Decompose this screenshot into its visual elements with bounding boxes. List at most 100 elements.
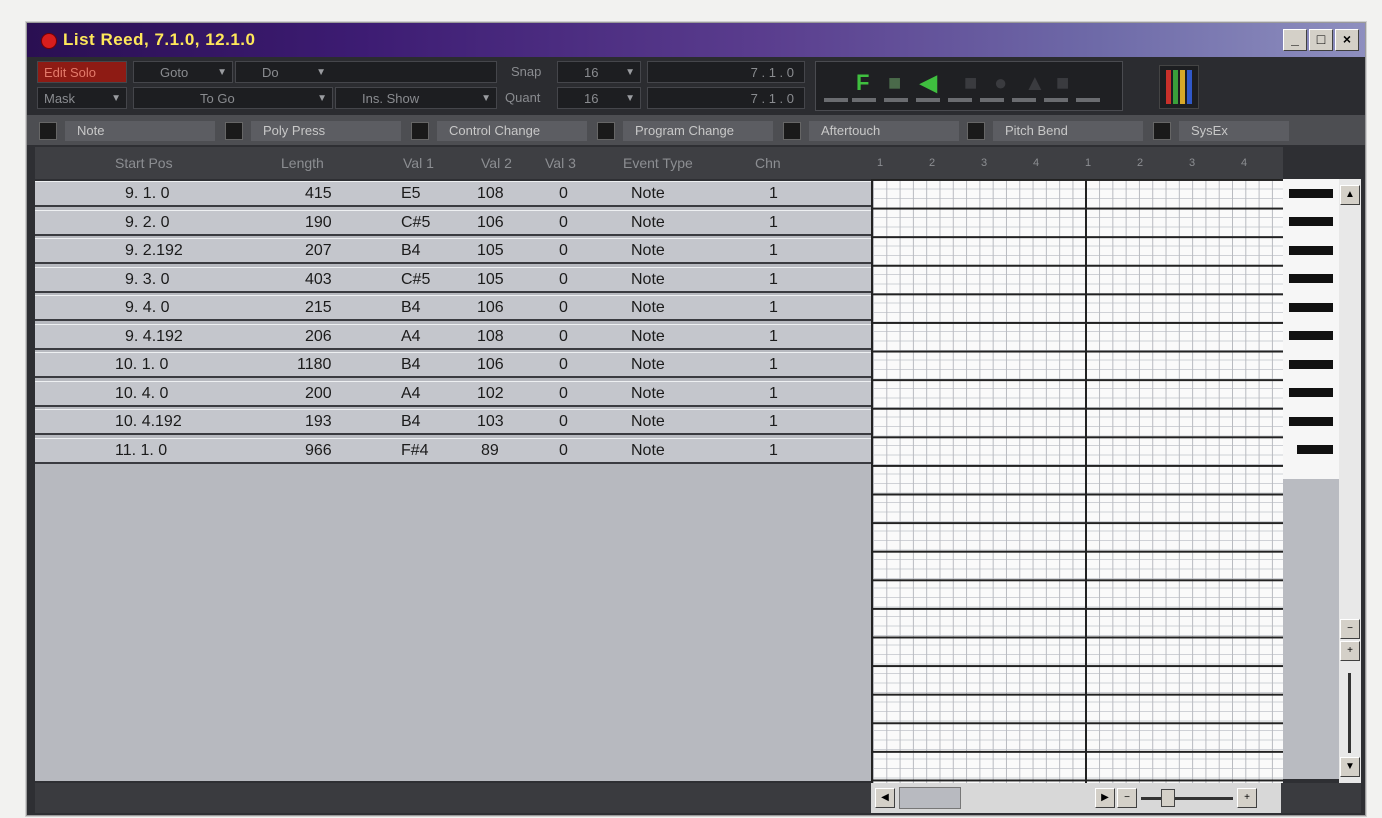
cell-val2[interactable]: 108: [477, 185, 504, 203]
cell-chn[interactable]: 1: [769, 356, 778, 374]
cell-val1[interactable]: F#4: [401, 442, 429, 460]
zoom-out-icon[interactable]: −: [1340, 619, 1360, 639]
cell-start-pos[interactable]: 10. 4.192: [115, 413, 182, 431]
filter-aftertouch[interactable]: Aftertouch: [783, 119, 959, 141]
stop-icon[interactable]: ■: [964, 70, 977, 96]
filter-poly-press[interactable]: Poly Press: [225, 119, 401, 141]
cell-event-type[interactable]: Note: [631, 413, 665, 431]
cell-val1[interactable]: A4: [401, 385, 421, 403]
zoom-in-icon[interactable]: +: [1237, 788, 1257, 808]
table-row[interactable]: 9. 2.192 207 B4 105 0 Note 1: [35, 238, 871, 264]
value-column[interactable]: [1283, 179, 1339, 479]
mute-icon[interactable]: ■: [1056, 70, 1069, 96]
cell-length[interactable]: 403: [305, 271, 332, 289]
scroll-left-icon[interactable]: ◀: [875, 788, 895, 808]
cell-length[interactable]: 193: [305, 413, 332, 431]
col-val2[interactable]: Val 2: [481, 155, 512, 171]
table-row[interactable]: 9. 4. 0 215 B4 106 0 Note 1: [35, 295, 871, 321]
cell-length[interactable]: 206: [305, 328, 332, 346]
cell-start-pos[interactable]: 9. 1. 0: [125, 185, 169, 203]
quant-select[interactable]: 16 ▼: [557, 87, 641, 109]
cell-val2[interactable]: 103: [477, 413, 504, 431]
cell-val1[interactable]: B4: [401, 299, 421, 317]
col-length[interactable]: Length: [281, 155, 324, 171]
zoom-in-icon[interactable]: +: [1340, 641, 1360, 661]
cell-event-type[interactable]: Note: [631, 385, 665, 403]
vertical-scrollbar[interactable]: ▲ − + ▼: [1339, 179, 1361, 783]
checkbox[interactable]: [411, 121, 429, 140]
cell-val2[interactable]: 106: [477, 214, 504, 232]
cell-event-type[interactable]: Note: [631, 356, 665, 374]
cell-event-type[interactable]: Note: [631, 442, 665, 460]
minimize-button[interactable]: _: [1283, 29, 1307, 51]
cell-val1[interactable]: B4: [401, 356, 421, 374]
cell-length[interactable]: 207: [305, 242, 332, 260]
table-row[interactable]: 9. 2. 0 190 C#5 106 0 Note 1: [35, 209, 871, 236]
horizontal-scrollbar[interactable]: ◀ ▶ − +: [871, 783, 1281, 813]
follow-button[interactable]: F: [856, 70, 869, 96]
position-field-2[interactable]: 7 . 1 . 0: [647, 87, 805, 109]
cell-chn[interactable]: 1: [769, 214, 778, 232]
cell-val1[interactable]: B4: [401, 413, 421, 431]
table-row[interactable]: 9. 4.192 206 A4 108 0 Note 1: [35, 323, 871, 350]
zoom-out-icon[interactable]: −: [1117, 788, 1137, 808]
cell-val2[interactable]: 108: [477, 328, 504, 346]
bar-ruler[interactable]: 1 2 3 4 1 2 3 4: [871, 147, 1283, 179]
cell-chn[interactable]: 1: [769, 299, 778, 317]
col-val1[interactable]: Val 1: [403, 155, 434, 171]
cell-length[interactable]: 966: [305, 442, 332, 460]
filter-program-change[interactable]: Program Change: [597, 119, 773, 141]
cell-chn[interactable]: 1: [769, 413, 778, 431]
cell-chn[interactable]: 1: [769, 328, 778, 346]
cell-val2[interactable]: 89: [481, 442, 499, 460]
cell-val2[interactable]: 106: [477, 299, 504, 317]
cell-val1[interactable]: E5: [401, 185, 421, 203]
cell-chn[interactable]: 1: [769, 242, 778, 260]
cell-val3[interactable]: 0: [559, 242, 568, 260]
cell-val1[interactable]: C#5: [401, 271, 430, 289]
cell-val1[interactable]: C#5: [401, 214, 430, 232]
filter-sysex[interactable]: SysEx: [1153, 119, 1289, 141]
cell-length[interactable]: 200: [305, 385, 332, 403]
cell-val3[interactable]: 0: [559, 413, 568, 431]
cell-start-pos[interactable]: 9. 2.192: [125, 242, 183, 260]
cell-event-type[interactable]: Note: [631, 214, 665, 232]
close-button[interactable]: ×: [1335, 29, 1359, 51]
cell-chn[interactable]: 1: [769, 185, 778, 203]
col-event-type[interactable]: Event Type: [623, 155, 693, 171]
scroll-up-icon[interactable]: ▲: [1340, 185, 1360, 205]
cell-start-pos[interactable]: 9. 4. 0: [125, 299, 169, 317]
cell-event-type[interactable]: Note: [631, 242, 665, 260]
ins-show-menu[interactable]: Ins. Show ▼: [335, 87, 497, 109]
cell-val1[interactable]: A4: [401, 328, 421, 346]
cell-length[interactable]: 415: [305, 185, 332, 203]
position-field-1[interactable]: 7 . 1 . 0: [647, 61, 805, 83]
cell-val3[interactable]: 0: [559, 442, 568, 460]
checkbox[interactable]: [597, 121, 615, 140]
filter-note[interactable]: Note: [39, 119, 215, 141]
edit-solo-button[interactable]: Edit Solo: [37, 61, 127, 83]
scroll-down-icon[interactable]: ▼: [1340, 757, 1360, 777]
cell-event-type[interactable]: Note: [631, 271, 665, 289]
checkbox[interactable]: [783, 121, 801, 140]
cell-start-pos[interactable]: 11. 1. 0: [115, 442, 167, 460]
checkbox[interactable]: [39, 121, 57, 140]
mask-menu[interactable]: Mask ▼: [37, 87, 127, 109]
cell-val3[interactable]: 0: [559, 214, 568, 232]
checkbox[interactable]: [1153, 121, 1171, 140]
cell-start-pos[interactable]: 10. 1. 0: [115, 356, 168, 374]
checkbox[interactable]: [225, 121, 243, 140]
play-back-button[interactable]: ◀: [920, 70, 937, 96]
filter-pitch-bend[interactable]: Pitch Bend: [967, 119, 1143, 141]
cell-val3[interactable]: 0: [559, 356, 568, 374]
title-bar[interactable]: List Reed, 7.1.0, 12.1.0 _ □ ×: [27, 23, 1365, 57]
table-row[interactable]: 10. 4.192 193 B4 103 0 Note 1: [35, 409, 871, 435]
table-row[interactable]: 9. 1. 0 415 E5 108 0 Note 1: [35, 181, 871, 207]
checkbox[interactable]: [967, 121, 985, 140]
cell-val3[interactable]: 0: [559, 299, 568, 317]
cell-val3[interactable]: 0: [559, 385, 568, 403]
maximize-button[interactable]: □: [1309, 29, 1333, 51]
cell-length[interactable]: 215: [305, 299, 332, 317]
cell-event-type[interactable]: Note: [631, 328, 665, 346]
cell-event-type[interactable]: Note: [631, 299, 665, 317]
